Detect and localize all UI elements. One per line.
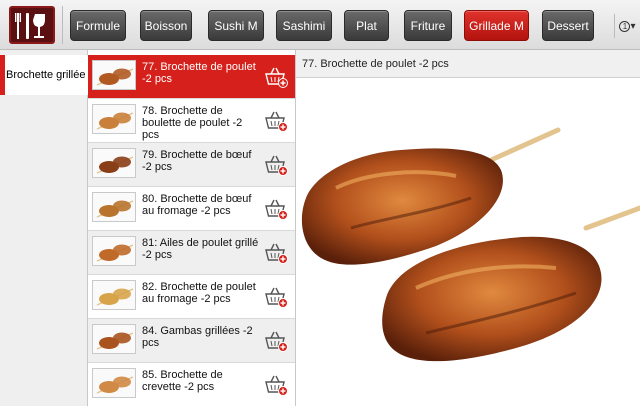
top-bar: Formule Boisson Sushi M Sashimi Plat Friture G… [0, 0, 640, 50]
add-to-cart-icon[interactable] [264, 242, 288, 264]
tab-sashimi[interactable]: Sashimi [276, 10, 332, 41]
tab-boisson[interactable]: Boisson [140, 10, 192, 41]
item-thumbnail [92, 148, 136, 178]
list-item[interactable]: 85. Brochette de crevette -2 pcs [88, 363, 295, 406]
item-thumbnail [92, 60, 136, 90]
tab-sushi-m[interactable]: Sushi M [208, 10, 264, 41]
item-thumbnail [92, 324, 136, 354]
tab-grillade-m[interactable]: Grillade M [464, 10, 529, 41]
add-to-cart-icon[interactable] [264, 110, 288, 132]
item-label: 85. Brochette de crevette -2 pcs [142, 369, 223, 393]
more-menu-button[interactable]: 1 ▾ [614, 14, 640, 38]
category-item-brochette[interactable]: Brochette grillée [0, 55, 88, 95]
add-to-cart-icon[interactable] [264, 286, 288, 308]
add-to-cart-icon[interactable] [264, 66, 288, 88]
list-item[interactable]: 77. Brochette de poulet -2 pcs [88, 55, 295, 99]
item-label: 77. Brochette de poulet -2 pcs [142, 61, 256, 85]
list-item[interactable]: 82. Brochette de poulet au fromage -2 pc… [88, 275, 295, 319]
tab-friture[interactable]: Friture [404, 10, 452, 41]
restaurant-logo-icon [9, 6, 55, 44]
item-list[interactable]: 77. Brochette de poulet -2 pcs 78. Broche… [88, 50, 296, 406]
item-thumbnail [92, 104, 136, 134]
category-sidebar: Brochette grillée [0, 50, 88, 406]
item-thumbnail [92, 280, 136, 310]
tab-plat[interactable]: Plat [344, 10, 389, 41]
list-item[interactable]: 84. Gambas grillées -2 pcs [88, 319, 295, 363]
product-photo [296, 78, 640, 406]
item-label: 81: Ailes de poulet grillé -2 pcs [142, 237, 259, 261]
item-label: 82. Brochette de poulet au fromage -2 pc… [142, 281, 256, 305]
list-item[interactable]: 78. Brochette de boulette de poulet -2 p… [88, 99, 295, 143]
info-circle-icon: 1 [619, 20, 631, 32]
add-to-cart-icon[interactable] [264, 198, 288, 220]
item-thumbnail [92, 368, 136, 398]
category-label: Brochette grillée [6, 69, 86, 81]
divider [62, 6, 63, 44]
item-thumbnail [92, 192, 136, 222]
item-label: 79. Brochette de bœuf -2 pcs [142, 149, 252, 173]
item-label: 84. Gambas grillées -2 pcs [142, 325, 253, 349]
list-item[interactable]: 81: Ailes de poulet grillé -2 pcs [88, 231, 295, 275]
tab-formule[interactable]: Formule [70, 10, 126, 41]
item-label: 80. Brochette de bœuf au fromage -2 pcs [142, 193, 252, 217]
tab-dessert[interactable]: Dessert [542, 10, 594, 41]
add-to-cart-icon[interactable] [264, 374, 288, 396]
list-item[interactable]: 79. Brochette de bœuf -2 pcs [88, 143, 295, 187]
chevron-down-icon: ▾ [630, 20, 636, 32]
list-item[interactable]: 80. Brochette de bœuf au fromage -2 pcs [88, 187, 295, 231]
item-label: 78. Brochette de boulette de poulet -2 p… [142, 105, 243, 141]
add-to-cart-icon[interactable] [264, 330, 288, 352]
detail-panel: 77. Brochette de poulet -2 pcs [296, 50, 640, 406]
item-thumbnail [92, 236, 136, 266]
add-to-cart-icon[interactable] [264, 154, 288, 176]
detail-title: 77. Brochette de poulet -2 pcs [296, 50, 640, 78]
